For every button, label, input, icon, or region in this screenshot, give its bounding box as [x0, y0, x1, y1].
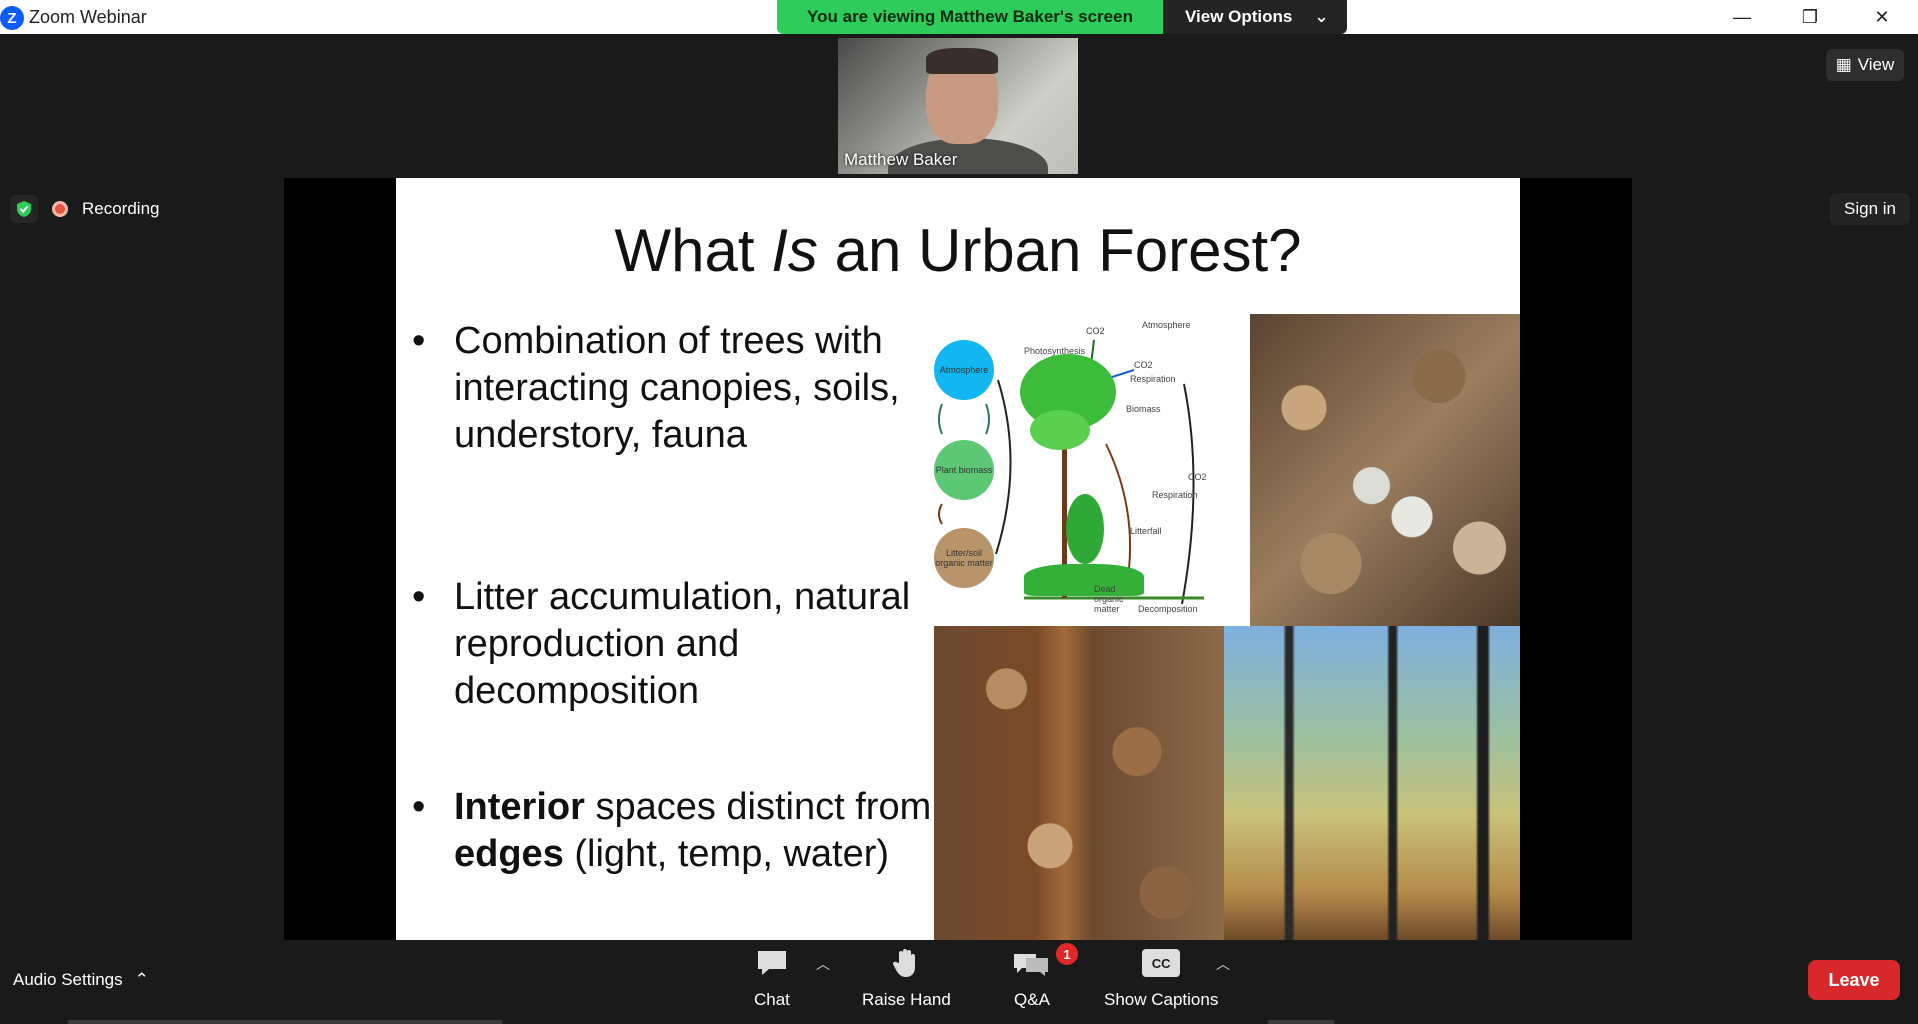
decomposition-label: Decomposition	[1138, 604, 1198, 614]
atmosphere-label: Atmosphere	[1142, 320, 1191, 330]
slide-title-suffix: an Urban Forest?	[817, 217, 1302, 284]
cc-badge: CC	[1142, 949, 1181, 977]
bold-interior: Interior	[454, 786, 585, 828]
sign-in-button[interactable]: Sign in	[1830, 193, 1910, 225]
slide-title-prefix: What	[614, 217, 772, 284]
recording-label: Recording	[82, 199, 160, 218]
presentation-slide: What Is an Urban Forest? Combination of …	[396, 178, 1520, 940]
forest-canopy-photo	[1224, 626, 1520, 940]
shared-screen: What Is an Urban Forest? Combination of …	[284, 178, 1632, 940]
audio-settings-button[interactable]: Audio Settings ⌃	[13, 970, 149, 990]
participant-name: Matthew Baker	[844, 150, 958, 169]
close-button[interactable]: ✕	[1852, 0, 1912, 34]
viewing-screen-label: You are viewing Matthew Baker's screen	[777, 0, 1163, 34]
chat-icon	[755, 946, 789, 980]
respiration-top-label: Respiration	[1130, 374, 1176, 384]
bold-edges: edges	[454, 833, 564, 875]
qa-badge: 1	[1056, 943, 1078, 965]
qa-icon: 1	[1012, 943, 1078, 980]
raise-hand-button[interactable]: Raise Hand	[862, 946, 951, 1010]
litterfall-label: Litterfall	[1130, 526, 1162, 536]
view-options-button[interactable]: View Options ⌄	[1163, 0, 1347, 34]
bullet3-mid: spaces distinct from	[584, 786, 932, 828]
bullet-item: Combination of trees with interacting ca…	[412, 318, 932, 459]
slide-title-italic: Is	[771, 217, 818, 284]
screen-share-banner: You are viewing Matthew Baker's screen V…	[777, 0, 1347, 34]
co2-right-label: CO2	[1188, 472, 1207, 482]
slide-title: What Is an Urban Forest?	[396, 216, 1520, 285]
soil-profile-photo	[934, 626, 1224, 940]
audio-settings-label: Audio Settings	[13, 970, 123, 989]
dead-organic-matter-label: Dead organic matter	[1094, 584, 1124, 614]
bullet-item: Litter accumulation, natural reproductio…	[412, 574, 932, 715]
zoom-logo-icon: Z	[0, 6, 24, 30]
meeting-toolbar: Audio Settings ⌃ Chat ︿ Raise Hand 1 Q&A…	[0, 940, 1918, 1024]
grid-icon: ▦	[1835, 55, 1852, 74]
scroll-indicator	[1268, 1020, 1334, 1024]
photosynthesis-label: Photosynthesis	[1024, 346, 1086, 356]
chat-label: Chat	[754, 990, 790, 1009]
restore-button[interactable]: ❐	[1780, 0, 1840, 34]
captions-label: Show Captions	[1104, 990, 1219, 1009]
chevron-up-icon: ⌃	[134, 970, 149, 989]
tree-crown-lower	[1030, 410, 1090, 450]
bullet-item: Interior spaces distinct from edges (lig…	[412, 784, 932, 878]
qa-label: Q&A	[1014, 990, 1050, 1009]
hand-icon	[891, 946, 921, 980]
leaf-litter-photo	[1250, 314, 1520, 626]
captions-icon: CC	[1142, 946, 1181, 980]
biomass-label: Biomass	[1126, 404, 1161, 414]
view-options-label: View Options	[1185, 7, 1293, 26]
view-button[interactable]: ▦ View	[1826, 49, 1904, 81]
co2-top-label: CO2	[1086, 326, 1105, 336]
speaker-video[interactable]: Matthew Baker	[838, 38, 1078, 174]
shield-icon[interactable]	[10, 195, 38, 223]
recording-icon	[52, 201, 68, 217]
small-tree	[1066, 494, 1104, 564]
chevron-down-icon: ⌄	[1314, 7, 1329, 26]
status-area: Recording	[10, 195, 160, 223]
captions-options-caret-icon[interactable]: ︿	[1216, 954, 1230, 974]
co2-respiration-label: CO2	[1134, 360, 1153, 370]
qa-button[interactable]: 1 Q&A	[1012, 943, 1078, 1010]
raise-hand-label: Raise Hand	[862, 990, 951, 1009]
chat-button[interactable]: Chat	[754, 946, 790, 1010]
leave-button[interactable]: Leave	[1808, 960, 1900, 1000]
scroll-indicator	[68, 1020, 502, 1024]
view-label: View	[1857, 55, 1895, 74]
bullet3-end: (light, temp, water)	[563, 833, 890, 875]
minimize-button[interactable]: —	[1712, 0, 1772, 34]
respiration-right-label: Respiration	[1152, 490, 1198, 500]
carbon-cycle-diagram: Atmosphere Plant biomass Litter/soil org…	[934, 314, 1248, 626]
show-captions-button[interactable]: CC Show Captions	[1104, 946, 1218, 1010]
video-hair	[926, 48, 998, 74]
window-title: Zoom Webinar	[29, 7, 147, 27]
chat-options-caret-icon[interactable]: ︿	[816, 954, 830, 974]
